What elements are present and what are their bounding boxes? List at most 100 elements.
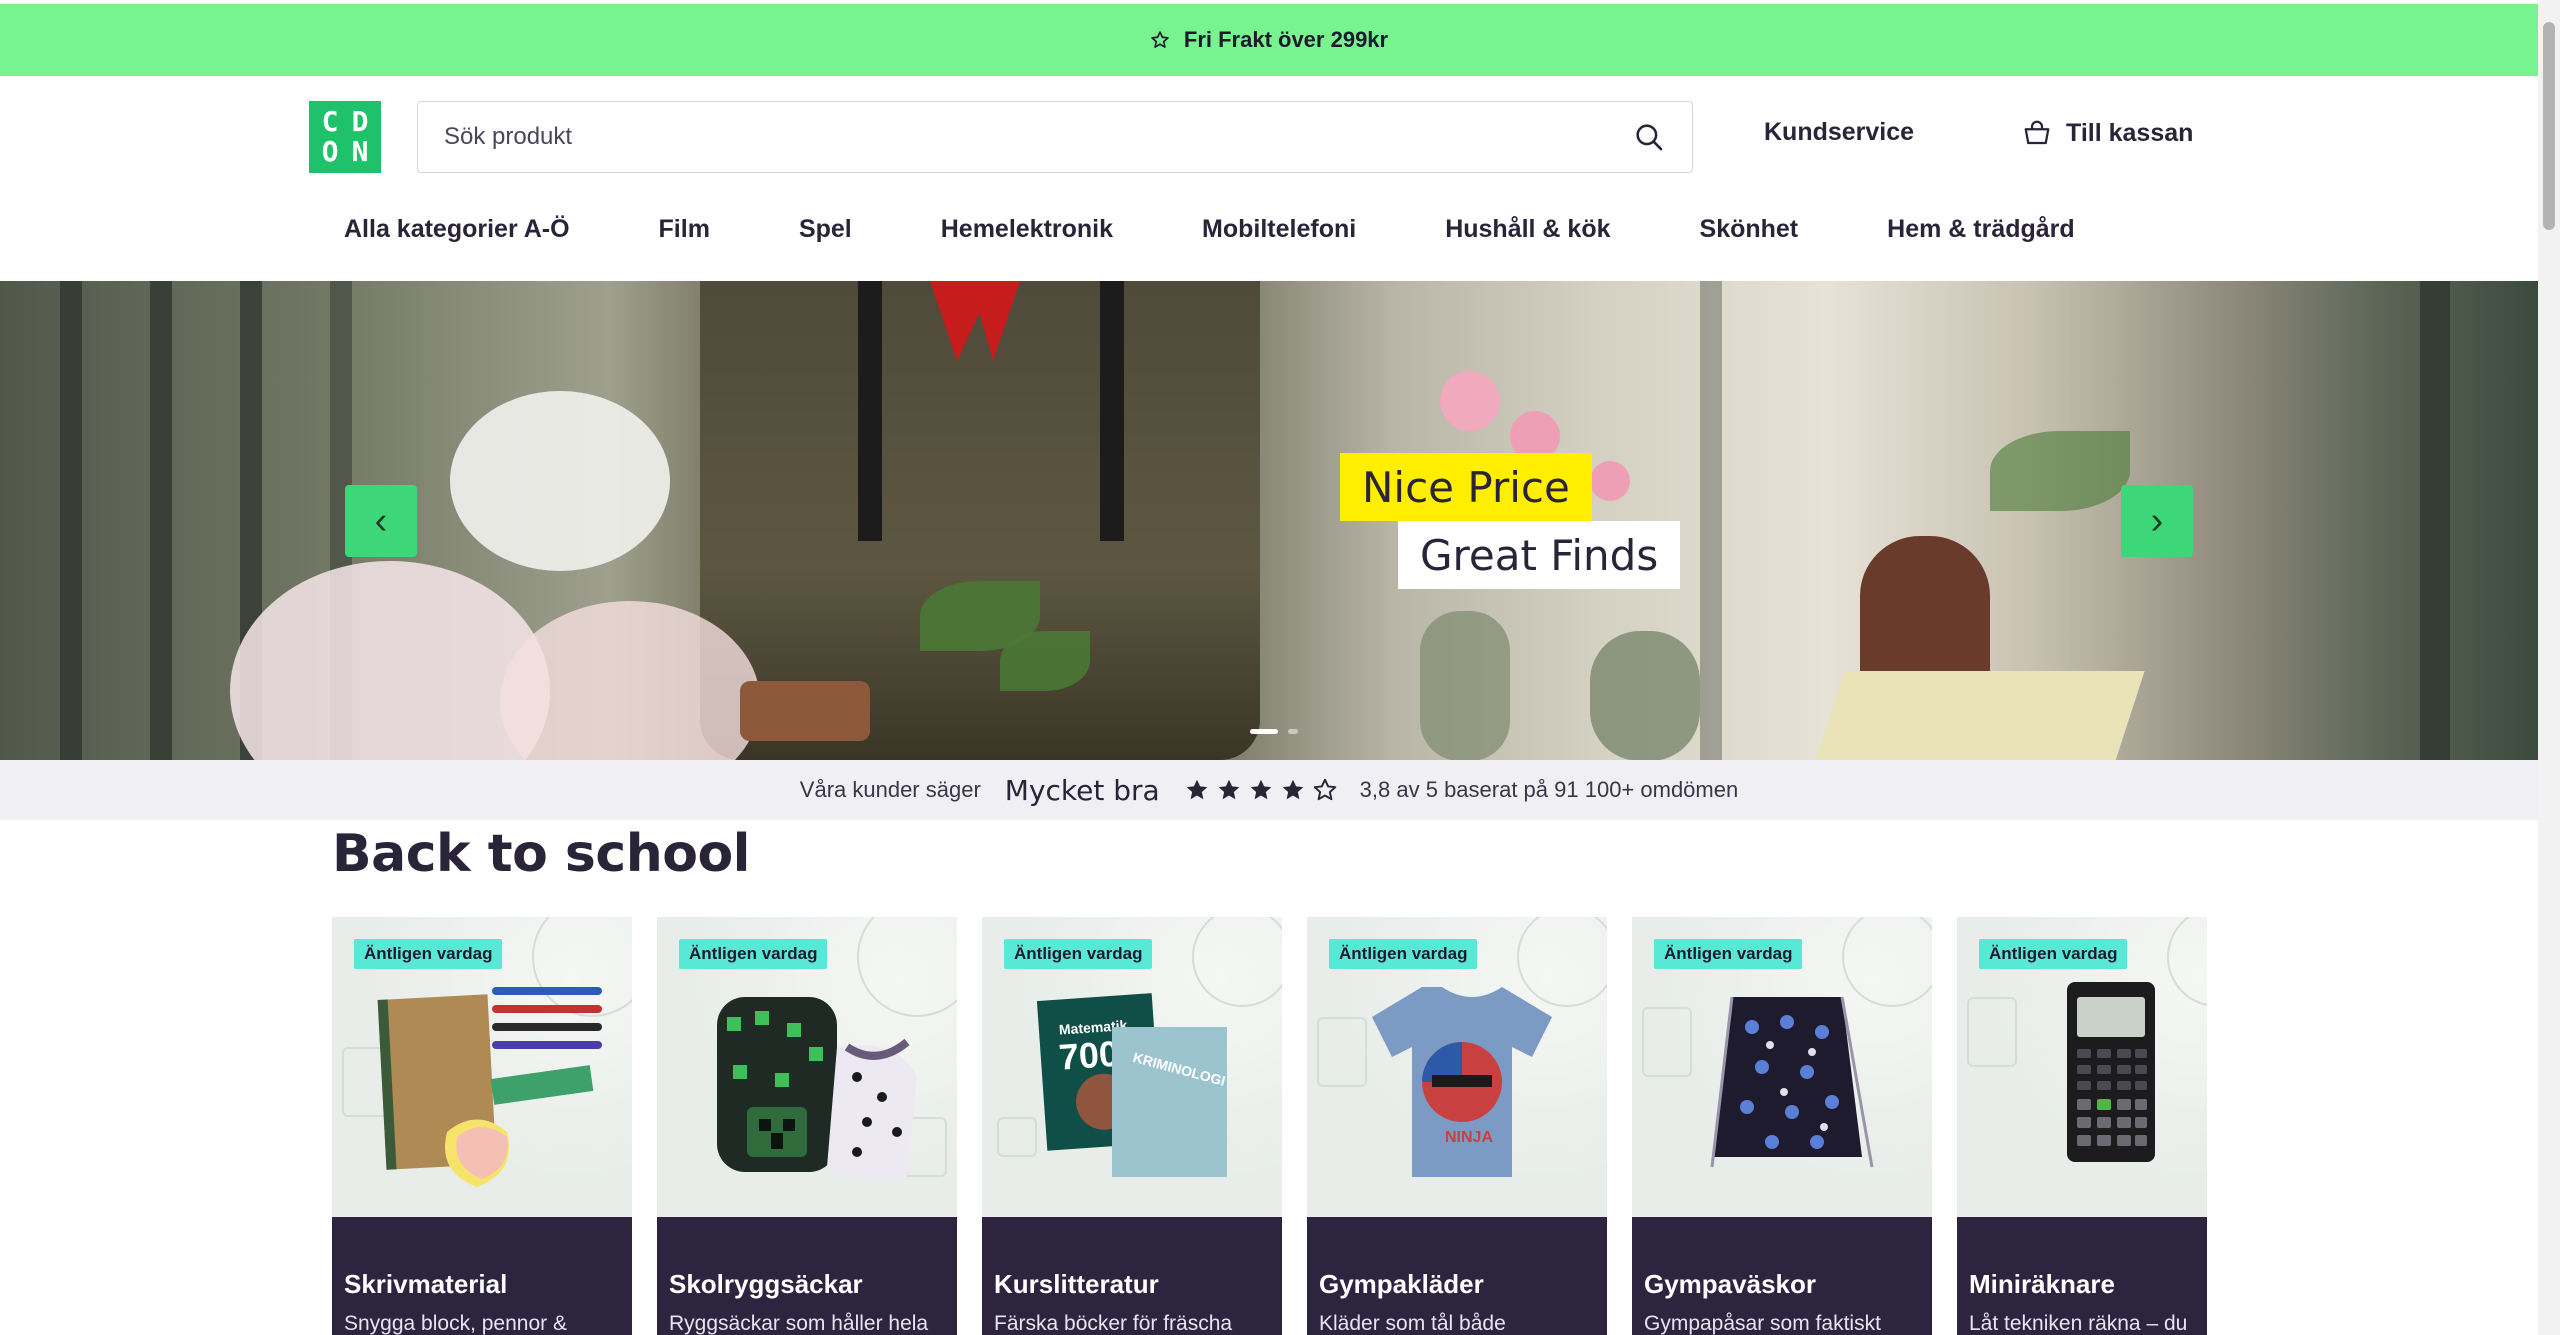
backpacks-illustration [717,997,917,1181]
checkout-label: Till kassan [2066,118,2194,147]
svg-text:NINJA: NINJA [1445,1129,1493,1146]
search-icon[interactable] [1632,120,1666,154]
card-description: Gympapåsar som faktiskt [1644,1312,1881,1335]
card-badge: Äntligen vardag [1004,939,1153,969]
carousel-prev-button[interactable]: ‹ [345,485,417,557]
reviews-score-text: 3,8 av 5 baserat på 91 100+ omdömen [1359,777,1739,802]
logo-letter: D [351,105,369,138]
greenhouse-post [150,281,172,760]
basket-icon [2024,120,2050,145]
nav-item-hemelektronik[interactable]: Hemelektronik [941,215,1113,244]
rating-stars [1184,777,1338,803]
gym-bag-illustration [1710,996,1874,1168]
star-filled-icon [1282,779,1303,800]
nav-item-all-categories[interactable]: Alla kategorier A-Ö [344,215,570,244]
category-card-gympavaskor[interactable]: Äntligen vardag Gympaväskor Gympapåsar s… [1632,917,1932,1335]
category-cards: Äntligen vardag Skrivmaterial Snygga blo… [332,917,2207,1335]
card-footer: Gympakläder Kläder som tål både [1307,1217,1607,1335]
promo-banner: Fri Frakt över 299kr [0,4,2538,76]
clay-pot [740,681,870,741]
greenhouse-post [1700,281,1722,760]
nav-item-mobiltelefoni[interactable]: Mobiltelefoni [1202,215,1356,244]
customer-service-link[interactable]: Kundservice [1764,118,1914,147]
doodle [1642,1007,1692,1077]
section-title: Back to school [332,824,751,884]
plant-leaf [1000,631,1090,691]
category-card-gympaklader[interactable]: NINJA Äntligen vardag Gympakläder Kläder… [1307,917,1607,1335]
search-box [417,101,1693,173]
reviews-verdict: Mycket bra [1004,773,1160,807]
card-footer: Kurslitteratur Färska böcker för fräscha [982,1217,1282,1335]
card-footer: Skrivmaterial Snygga block, pennor & [332,1217,632,1335]
card-footer: Gympaväskor Gympapåsar som faktiskt [1632,1217,1932,1335]
card-description: Färska böcker för fräscha [994,1312,1233,1335]
category-nav: Alla kategorier A-Ö Film Spel Hemelektro… [344,215,2075,244]
card-title: Gympakläder [1319,1269,1484,1299]
hero-tagline-great-finds: Great Finds [1398,521,1681,589]
category-card-kurslitteratur[interactable]: Matematik 7000 KRIMINOLOGI Äntligen vard… [982,917,1282,1335]
suspender [1100,281,1124,541]
greenhouse-post [60,281,82,760]
card-title: Skolryggsäckar [669,1269,863,1299]
card-title: Kurslitteratur [994,1269,1159,1299]
scrollbar-thumb[interactable] [2543,22,2555,230]
search-input[interactable] [444,123,1632,151]
carousel-next-button[interactable]: › [2121,485,2193,557]
card-title: Miniräknare [1969,1269,2115,1299]
notebook-pens-illustration [377,987,602,1187]
nav-item-film[interactable]: Film [659,215,710,244]
card-badge: Äntligen vardag [1654,939,1803,969]
nav-item-hem-tradgard[interactable]: Hem & trädgård [1887,215,2075,244]
category-card-minirakare[interactable]: Äntligen vardag Miniräknare Låt tekniken… [1957,917,2207,1335]
doodle [997,1117,1037,1157]
pink-rose [1590,461,1630,501]
card-footer: Miniräknare Låt tekniken räkna – du [1957,1217,2207,1335]
card-badge: Äntligen vardag [1329,939,1478,969]
card-title: Skrivmaterial [344,1269,508,1299]
chevron-right-icon: › [2150,499,2164,542]
nav-item-spel[interactable]: Spel [799,215,852,244]
chevron-left-icon: ‹ [374,499,388,542]
star-filled-icon [1186,779,1207,800]
doodle [2167,917,2207,1007]
card-description: Ryggsäckar som håller hela [669,1312,929,1335]
nav-item-hushall-kok[interactable]: Hushåll & kök [1445,215,1610,244]
logo-letter: O [321,135,339,168]
promo-text: Fri Frakt över 299kr [1183,27,1389,52]
carousel-indicators [1250,729,1298,734]
greenhouse-post [2420,281,2450,760]
card-description: Snygga block, pennor & [344,1312,567,1335]
tshirt-illustration: NINJA [1372,987,1552,1177]
card-title: Gympaväskor [1644,1269,1816,1299]
hero-tagline-nice-price: Nice Price [1340,453,1592,521]
checkout-button[interactable]: Till kassan [2022,118,2193,148]
plant-leaf [1990,431,2130,511]
pink-rose [1440,371,1500,431]
logo-letter: C [321,105,339,138]
carousel-dot-active[interactable] [1250,729,1278,734]
star-filled-icon [1218,779,1239,800]
nav-item-skonhet[interactable]: Skönhet [1700,215,1799,244]
category-card-skolryggsackar[interactable]: Äntligen vardag Skolryggsäckar Ryggsäcka… [657,917,957,1335]
blurred-blossom [230,561,550,760]
card-badge: Äntligen vardag [354,939,503,969]
page-scrollbar[interactable] [2538,0,2560,1335]
card-description: Kläder som tål både [1319,1312,1506,1335]
garden-magazine [1815,671,2145,760]
white-flowers [450,391,670,571]
cdon-logo[interactable]: C D O N [309,101,381,173]
logo-letter: N [351,135,369,168]
category-card-skrivmaterial[interactable]: Äntligen vardag Skrivmaterial Snygga blo… [332,917,632,1335]
star-outline-icon [1151,31,1169,48]
card-badge: Äntligen vardag [1979,939,2128,969]
star-filled-icon [1250,779,1271,800]
books-illustration: Matematik 7000 KRIMINOLOGI [1036,993,1227,1177]
carousel-dot[interactable] [1288,729,1298,734]
glass-vase [1420,611,1510,760]
customer-reviews-bar[interactable]: Våra kunder säger Mycket bra 3,8 av 5 ba… [0,760,2538,820]
card-footer: Skolryggsäckar Ryggsäckar som håller hel… [657,1217,957,1335]
star-outline-icon [1313,778,1336,801]
doodle [1317,1017,1367,1087]
doodle [1967,997,2017,1067]
card-description: Låt tekniken räkna – du [1969,1312,2188,1335]
